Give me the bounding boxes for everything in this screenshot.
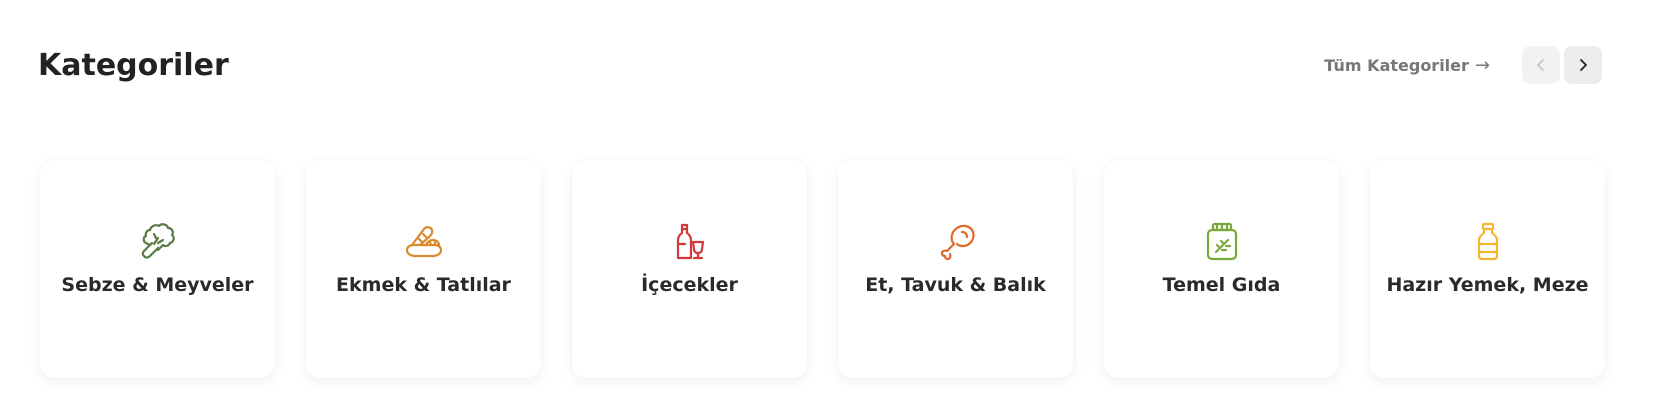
category-card-ekmek-tatlilar[interactable]: Ekmek & Tatlılar: [306, 160, 541, 378]
category-card-et-tavuk-balik[interactable]: Et, Tavuk & Balık: [838, 160, 1073, 378]
all-categories-label: Tüm Kategoriler: [1324, 55, 1469, 75]
category-label: Temel Gıda: [1162, 274, 1281, 296]
arrow-right-icon: →: [1474, 54, 1490, 76]
section-title: Kategoriler: [38, 47, 229, 83]
category-card-temel-gida[interactable]: Temel Gıda: [1104, 160, 1339, 378]
header-actions: Tüm Kategoriler →: [1324, 46, 1602, 84]
section-header: Kategoriler Tüm Kategoriler →: [38, 40, 1602, 90]
bread-icon: [402, 220, 446, 264]
all-categories-link[interactable]: Tüm Kategoriler →: [1324, 55, 1490, 76]
category-label: Sebze & Meyveler: [61, 274, 254, 296]
jar-icon: [1200, 220, 1244, 264]
chevron-left-icon: [1537, 59, 1544, 71]
category-card-hazir-yemek-meze[interactable]: Hazır Yemek, Meze: [1370, 160, 1605, 378]
carousel-next-button[interactable]: [1564, 46, 1602, 84]
category-label: Et, Tavuk & Balık: [865, 274, 1046, 296]
sauce-bottle-icon: [1466, 220, 1510, 264]
category-card-icecekler[interactable]: İçecekler: [572, 160, 807, 378]
chevron-right-icon: [1580, 59, 1587, 71]
broccoli-icon: [136, 220, 180, 264]
wine-bottle-glass-icon: [668, 220, 712, 264]
category-label: Hazır Yemek, Meze: [1386, 274, 1589, 296]
chicken-leg-icon: [934, 220, 978, 264]
category-card-sebze-meyveler[interactable]: Sebze & Meyveler: [40, 160, 275, 378]
category-label: Ekmek & Tatlılar: [336, 274, 511, 296]
category-carousel: Sebze & Meyveler Ekmek & Tatlılar İçecek…: [40, 160, 1605, 378]
category-label: İçecekler: [641, 274, 738, 296]
carousel-prev-button[interactable]: [1522, 46, 1560, 84]
categories-section: Kategoriler Tüm Kategoriler → Sebze & Me…: [0, 0, 1660, 420]
